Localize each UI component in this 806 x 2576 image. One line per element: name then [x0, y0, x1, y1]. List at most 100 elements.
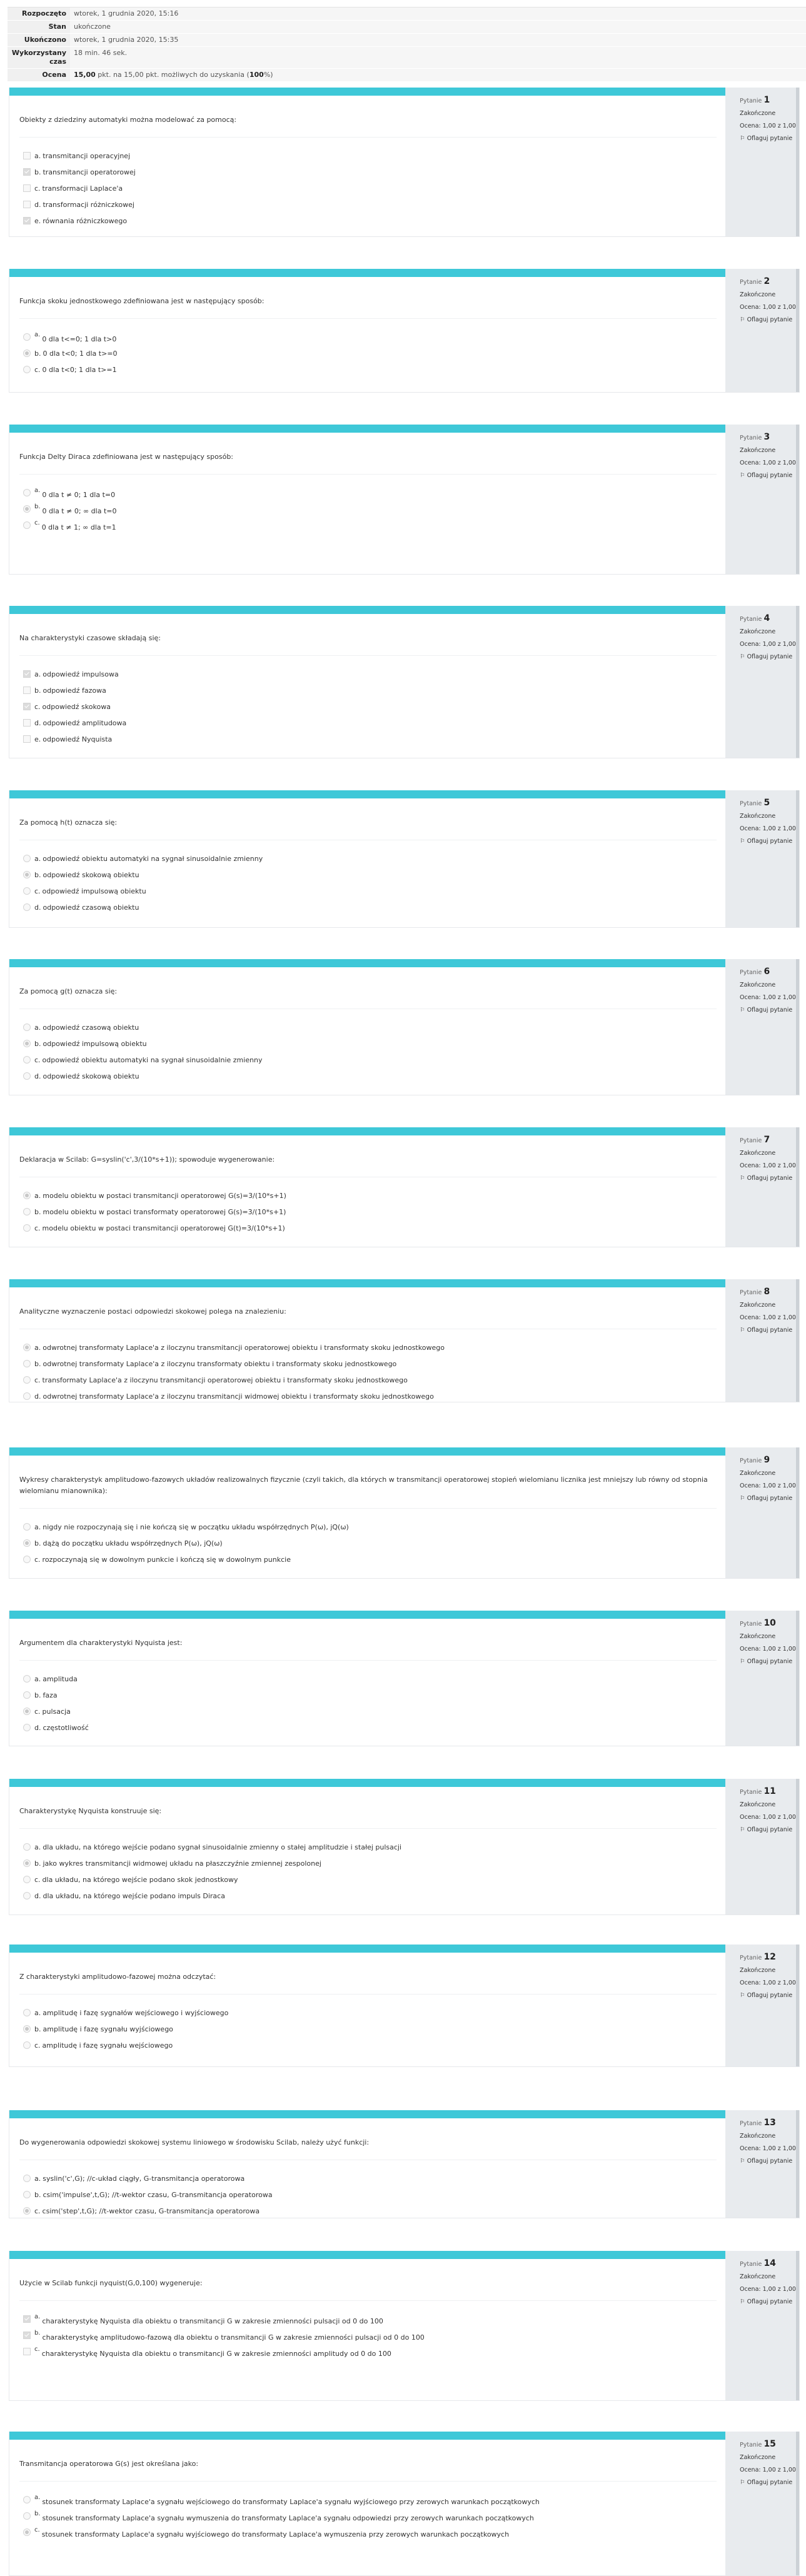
flag-question-link[interactable]: ⚐ Oflaguj pytanie	[740, 1656, 796, 1668]
checkbox[interactable]	[23, 670, 31, 678]
checkbox[interactable]	[23, 703, 31, 710]
flag-question-link[interactable]: ⚐ Oflaguj pytanie	[740, 133, 796, 145]
flag-question-link[interactable]: ⚐ Oflaguj pytanie	[740, 2155, 796, 2168]
checkbox[interactable]	[23, 2348, 31, 2355]
flag-question-link[interactable]: ⚐ Oflaguj pytanie	[740, 1324, 796, 1337]
answer-option[interactable]: a. modelu obiektu w postaci transmitancji…	[23, 1187, 725, 1204]
answer-option[interactable]: b. 0 dla t ≠ 0; ∞ dla t=0	[23, 501, 725, 517]
answer-option[interactable]: c. transformacji Laplace'a	[23, 180, 725, 196]
answer-option[interactable]: b. stosunek transformaty Laplace'a sygnał…	[23, 2508, 725, 2524]
radio-button[interactable]	[23, 521, 31, 529]
radio-button[interactable]	[23, 1843, 31, 1851]
checkbox[interactable]	[23, 184, 31, 192]
radio-button[interactable]	[23, 1072, 31, 1080]
answer-option[interactable]: c. modelu obiektu w postaci transmitancji…	[23, 1220, 725, 1236]
radio-button[interactable]	[23, 1724, 31, 1731]
radio-button[interactable]	[23, 1892, 31, 1899]
answer-option[interactable]: c. stosunek transformaty Laplace'a sygnał…	[23, 2524, 725, 2540]
radio-button[interactable]	[23, 1024, 31, 1031]
flag-question-link[interactable]: ⚐ Oflaguj pytanie	[740, 835, 796, 848]
answer-option[interactable]: b. 0 dla t<0; 1 dla t>=0	[23, 345, 725, 361]
answer-option[interactable]: b. odpowiedź impulsową obiektu	[23, 1035, 725, 1052]
radio-button[interactable]	[23, 1876, 31, 1883]
answer-option[interactable]: c. odpowiedź obiektu automatyki na sygnał…	[23, 1052, 725, 1068]
radio-button[interactable]	[23, 1539, 31, 1547]
radio-button[interactable]	[23, 1224, 31, 1232]
answer-option[interactable]: c. rozpoczynają się w dowolnym punkcie i …	[23, 1551, 725, 1567]
flag-question-link[interactable]: ⚐ Oflaguj pytanie	[740, 1824, 796, 1836]
answer-option[interactable]: c. charakterystykę Nyquista dla obiektu o…	[23, 2343, 725, 2360]
answer-option[interactable]: a. amplituda	[23, 1671, 725, 1687]
answer-option[interactable]: b. jako wykres transmitancji widmowej ukł…	[23, 1855, 725, 1871]
checkbox[interactable]	[23, 735, 31, 743]
answer-option[interactable]: a. amplitudę i fazę sygnałów wejściowego …	[23, 2005, 725, 2021]
answer-option[interactable]: a. odwrotnej transformaty Laplace'a z ilo…	[23, 1339, 725, 1356]
radio-button[interactable]	[23, 1192, 31, 1199]
answer-option[interactable]: c. dla układu, na którego wejście podano …	[23, 1871, 725, 1888]
answer-option[interactable]: b. odwrotnej transformaty Laplace'a z ilo…	[23, 1356, 725, 1372]
answer-option[interactable]: e. równania różniczkowego	[23, 213, 725, 229]
flag-question-link[interactable]: ⚐ Oflaguj pytanie	[740, 1990, 796, 2002]
answer-option[interactable]: b. csim('impulse',t,G); //t-wektor czasu,…	[23, 2186, 725, 2203]
answer-option[interactable]: c. 0 dla t<0; 1 dla t>=1	[23, 361, 725, 378]
answer-option[interactable]: c. odpowiedź impulsową obiektu	[23, 883, 725, 899]
answer-option[interactable]: c. csim('step',t,G); //t-wektor czasu, G-…	[23, 2203, 725, 2219]
answer-option[interactable]: a. charakterystykę Nyquista dla obiektu o…	[23, 2311, 725, 2327]
radio-button[interactable]	[23, 1040, 31, 1047]
radio-button[interactable]	[23, 489, 31, 496]
answer-option[interactable]: c. pulsacja	[23, 1703, 725, 1719]
answer-option[interactable]: d. odpowiedź czasową obiektu	[23, 899, 725, 915]
radio-button[interactable]	[23, 2207, 31, 2215]
answer-option[interactable]: b. modelu obiektu w postaci transformaty …	[23, 1204, 725, 1220]
answer-option[interactable]: a. stosunek transformaty Laplace'a sygnał…	[23, 2492, 725, 2508]
answer-option[interactable]: b. charakterystykę amplitudowo-fazową dla…	[23, 2327, 725, 2343]
answer-option[interactable]: d. dla układu, na którego wejście podano …	[23, 1888, 725, 1904]
checkbox[interactable]	[23, 152, 31, 159]
radio-button[interactable]	[23, 1556, 31, 1563]
answer-option[interactable]: c. odpowiedź skokowa	[23, 698, 725, 715]
answer-option[interactable]: b. dążą do początku układu współrzędnych …	[23, 1535, 725, 1551]
checkbox[interactable]	[23, 687, 31, 694]
answer-option[interactable]: d. odpowiedź amplitudowa	[23, 715, 725, 731]
radio-button[interactable]	[23, 871, 31, 878]
answer-option[interactable]: a. odpowiedź czasową obiektu	[23, 1019, 725, 1035]
answer-option[interactable]: b. odpowiedź skokową obiektu	[23, 867, 725, 883]
radio-button[interactable]	[23, 350, 31, 357]
radio-button[interactable]	[23, 1691, 31, 1699]
answer-option[interactable]: c. amplitudę i fazę sygnału wejściowego	[23, 2037, 725, 2053]
flag-question-link[interactable]: ⚐ Oflaguj pytanie	[740, 2296, 796, 2308]
radio-button[interactable]	[23, 1523, 31, 1531]
radio-button[interactable]	[23, 2041, 31, 2049]
radio-button[interactable]	[23, 2191, 31, 2198]
flag-question-link[interactable]: ⚐ Oflaguj pytanie	[740, 314, 796, 326]
radio-button[interactable]	[23, 1376, 31, 1384]
checkbox[interactable]	[23, 719, 31, 727]
radio-button[interactable]	[23, 855, 31, 862]
answer-option[interactable]: a. 0 dla t ≠ 0; 1 dla t=0	[23, 485, 725, 501]
answer-option[interactable]: d. transformacji różniczkowej	[23, 196, 725, 213]
checkbox[interactable]	[23, 217, 31, 224]
radio-button[interactable]	[23, 366, 31, 373]
answer-option[interactable]: c. 0 dla t ≠ 1; ∞ dla t=1	[23, 517, 725, 533]
flag-question-link[interactable]: ⚐ Oflaguj pytanie	[740, 1492, 796, 1505]
radio-button[interactable]	[23, 1360, 31, 1367]
flag-question-link[interactable]: ⚐ Oflaguj pytanie	[740, 651, 796, 663]
radio-button[interactable]	[23, 887, 31, 895]
flag-question-link[interactable]: ⚐ Oflaguj pytanie	[740, 470, 796, 482]
radio-button[interactable]	[23, 1392, 31, 1400]
radio-button[interactable]	[23, 333, 31, 341]
checkbox[interactable]	[23, 2315, 31, 2323]
radio-button[interactable]	[23, 2009, 31, 2016]
checkbox[interactable]	[23, 2332, 31, 2339]
answer-option[interactable]: a. dla układu, na którego wejście podano …	[23, 1839, 725, 1855]
checkbox[interactable]	[23, 168, 31, 176]
answer-option[interactable]: d. częstotliwość	[23, 1719, 725, 1736]
radio-button[interactable]	[23, 2496, 31, 2503]
checkbox[interactable]	[23, 201, 31, 208]
answer-option[interactable]: d. odwrotnej transformaty Laplace'a z ilo…	[23, 1388, 725, 1404]
answer-option[interactable]: a. odpowiedź impulsowa	[23, 666, 725, 682]
answer-option[interactable]: b. faza	[23, 1687, 725, 1703]
radio-button[interactable]	[23, 1344, 31, 1351]
answer-option[interactable]: c. transformaty Laplace'a z iloczynu tran…	[23, 1372, 725, 1388]
radio-button[interactable]	[23, 2175, 31, 2182]
